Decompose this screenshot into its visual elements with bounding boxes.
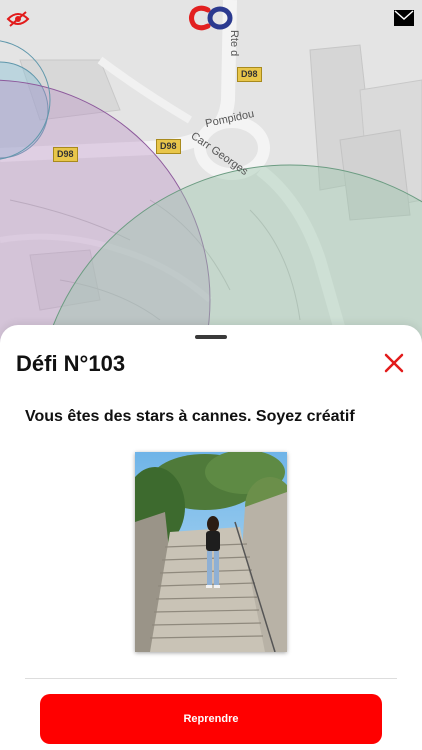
sheet-grabber[interactable] (195, 335, 227, 339)
close-icon[interactable] (382, 351, 406, 375)
road-label-d98: D98 (156, 139, 181, 154)
challenge-description: Vous êtes des stars à cannes. Soyez créa… (25, 408, 355, 425)
top-bar (0, 0, 422, 36)
divider (25, 678, 397, 679)
challenge-sheet: Défi N°103 Vous êtes des stars à cannes.… (0, 325, 422, 750)
road-label-d98: D98 (237, 67, 262, 82)
resume-button[interactable]: Reprendre (40, 694, 382, 744)
challenge-photo[interactable] (135, 452, 287, 652)
challenge-title: Défi N°103 (16, 351, 126, 376)
eye-slash-icon[interactable] (6, 10, 30, 28)
road-label-d98: D98 (53, 147, 78, 162)
mail-icon[interactable] (394, 10, 414, 26)
app-logo (188, 5, 234, 31)
